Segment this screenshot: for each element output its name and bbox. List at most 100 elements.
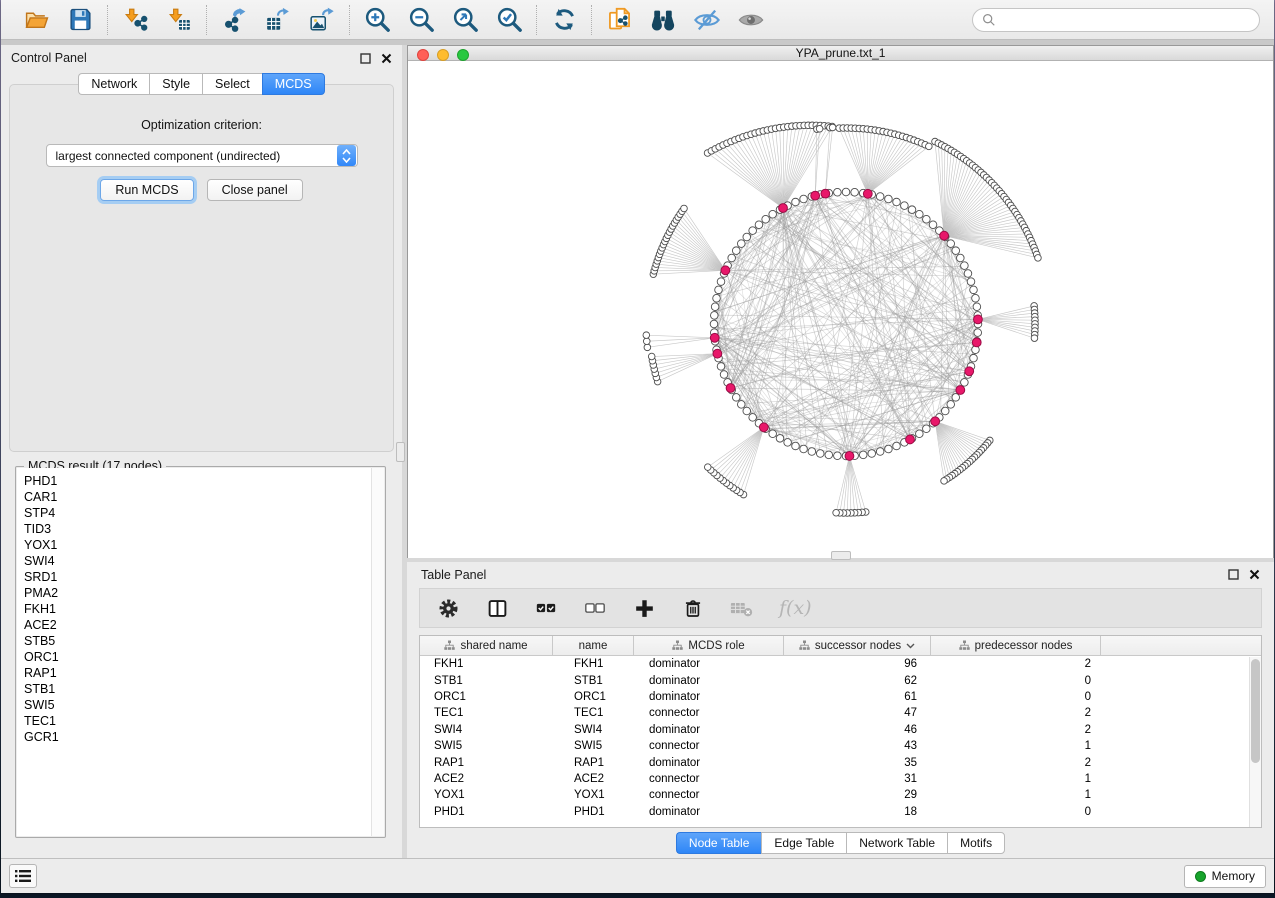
ring-node[interactable] (720, 371, 728, 379)
ring-node[interactable] (964, 270, 972, 278)
close-window-icon[interactable] (417, 49, 429, 61)
mcds-result-item[interactable]: STB5 (24, 633, 384, 649)
find-network-button[interactable] (649, 6, 677, 34)
leaf-node[interactable] (644, 344, 651, 351)
mcds-result-item[interactable]: CAR1 (24, 489, 384, 505)
import-table-button[interactable] (165, 6, 193, 34)
ring-node[interactable] (834, 452, 842, 460)
deselect-all-button[interactable] (583, 596, 607, 620)
ring-node[interactable] (923, 425, 931, 433)
mcds-result-item[interactable]: ORC1 (24, 649, 384, 665)
copy-view-button[interactable] (605, 6, 633, 34)
network-window-titlebar[interactable]: YPA_prune.txt_1 (408, 46, 1273, 61)
mcds-result-item[interactable]: PMA2 (24, 585, 384, 601)
ring-node[interactable] (808, 448, 816, 456)
splitter-grip-icon[interactable] (396, 442, 405, 462)
float-panel-icon[interactable] (360, 53, 371, 64)
ring-node[interactable] (868, 450, 876, 458)
scrollbar-thumb[interactable] (1251, 659, 1260, 763)
tab-motifs[interactable]: Motifs (947, 832, 1005, 854)
ring-node[interactable] (885, 445, 893, 453)
show-column-panel-button[interactable] (485, 596, 509, 620)
tab-network[interactable]: Network (78, 73, 149, 95)
leaf-node[interactable] (643, 338, 650, 345)
leaf-node[interactable] (833, 509, 840, 516)
ring-node[interactable] (710, 312, 718, 320)
close-panel-icon[interactable] (1249, 569, 1260, 580)
mcds-node[interactable] (972, 338, 981, 347)
ring-node[interactable] (732, 247, 740, 255)
table-settings-button[interactable] (436, 596, 460, 620)
mcds-result-scrollbar[interactable] (371, 468, 384, 836)
splitter-grip-icon[interactable] (831, 551, 851, 560)
tab-style[interactable]: Style (149, 73, 202, 95)
ring-node[interactable] (952, 247, 960, 255)
zoom-fit-button[interactable] (451, 6, 479, 34)
mcds-result-item[interactable]: GCR1 (24, 729, 384, 745)
show-panels-button[interactable] (9, 864, 37, 888)
ring-node[interactable] (974, 329, 982, 337)
leaf-node[interactable] (926, 143, 933, 150)
mcds-node[interactable] (845, 452, 854, 461)
leaf-node[interactable] (941, 478, 948, 485)
ring-node[interactable] (717, 363, 725, 371)
mcds-result-item[interactable]: YOX1 (24, 537, 384, 553)
leaf-node[interactable] (1031, 335, 1038, 342)
ring-node[interactable] (792, 198, 800, 206)
zoom-in-button[interactable] (363, 6, 391, 34)
ring-node[interactable] (732, 394, 740, 402)
mcds-result-item[interactable]: FKH1 (24, 601, 384, 617)
close-panel-button[interactable]: Close panel (207, 179, 303, 201)
ring-node[interactable] (970, 354, 978, 362)
mcds-node[interactable] (721, 266, 730, 275)
column-header-predecessor-nodes[interactable]: predecessor nodes (931, 636, 1101, 655)
mcds-node[interactable] (779, 204, 788, 213)
ring-node[interactable] (961, 379, 969, 387)
search-box[interactable] (972, 8, 1260, 32)
hide-selected-button[interactable] (693, 6, 721, 34)
column-header-name[interactable]: name (553, 636, 634, 655)
mcds-result-item[interactable]: STB1 (24, 681, 384, 697)
ring-node[interactable] (776, 435, 784, 443)
ring-node[interactable] (825, 451, 833, 459)
mcds-node[interactable] (974, 315, 983, 324)
ring-node[interactable] (842, 188, 850, 196)
mcds-result-item[interactable]: RAP1 (24, 665, 384, 681)
leaf-node[interactable] (816, 125, 823, 132)
ring-node[interactable] (834, 188, 842, 196)
float-panel-icon[interactable] (1228, 569, 1239, 580)
memory-button[interactable]: Memory (1184, 865, 1266, 888)
ring-node[interactable] (876, 448, 884, 456)
mcds-result-item[interactable]: ACE2 (24, 617, 384, 633)
network-graph[interactable] (408, 61, 1275, 555)
mcds-node[interactable] (713, 349, 722, 358)
ring-node[interactable] (876, 193, 884, 201)
ring-node[interactable] (967, 278, 975, 286)
apply-style-button[interactable] (550, 6, 578, 34)
mcds-node[interactable] (759, 423, 768, 432)
export-image-button[interactable] (308, 6, 336, 34)
leaf-node[interactable] (1035, 255, 1042, 262)
ring-node[interactable] (800, 195, 808, 203)
mcds-node[interactable] (726, 384, 735, 393)
ring-node[interactable] (717, 278, 725, 286)
show-all-button[interactable] (737, 6, 765, 34)
ring-node[interactable] (816, 450, 824, 458)
column-header-shared-name[interactable]: shared name (420, 636, 553, 655)
ring-node[interactable] (737, 240, 745, 248)
column-header-successor-nodes[interactable]: successor nodes (784, 636, 931, 655)
network-canvas[interactable] (408, 61, 1273, 560)
close-panel-icon[interactable] (381, 53, 392, 64)
ring-node[interactable] (710, 320, 718, 328)
ring-node[interactable] (792, 442, 800, 450)
ring-node[interactable] (916, 430, 924, 438)
ring-node[interactable] (769, 210, 777, 218)
table-scrollbar[interactable] (1249, 657, 1261, 827)
ring-node[interactable] (749, 227, 757, 235)
mcds-result-item[interactable]: STP4 (24, 505, 384, 521)
mcds-result-list[interactable]: PHD1CAR1STP4TID3YOX1SWI4SRD1PMA2FKH1ACE2… (17, 468, 384, 836)
ring-node[interactable] (941, 407, 949, 415)
delete-column-button[interactable] (681, 596, 705, 620)
ring-node[interactable] (972, 294, 980, 302)
ring-node[interactable] (859, 451, 867, 459)
